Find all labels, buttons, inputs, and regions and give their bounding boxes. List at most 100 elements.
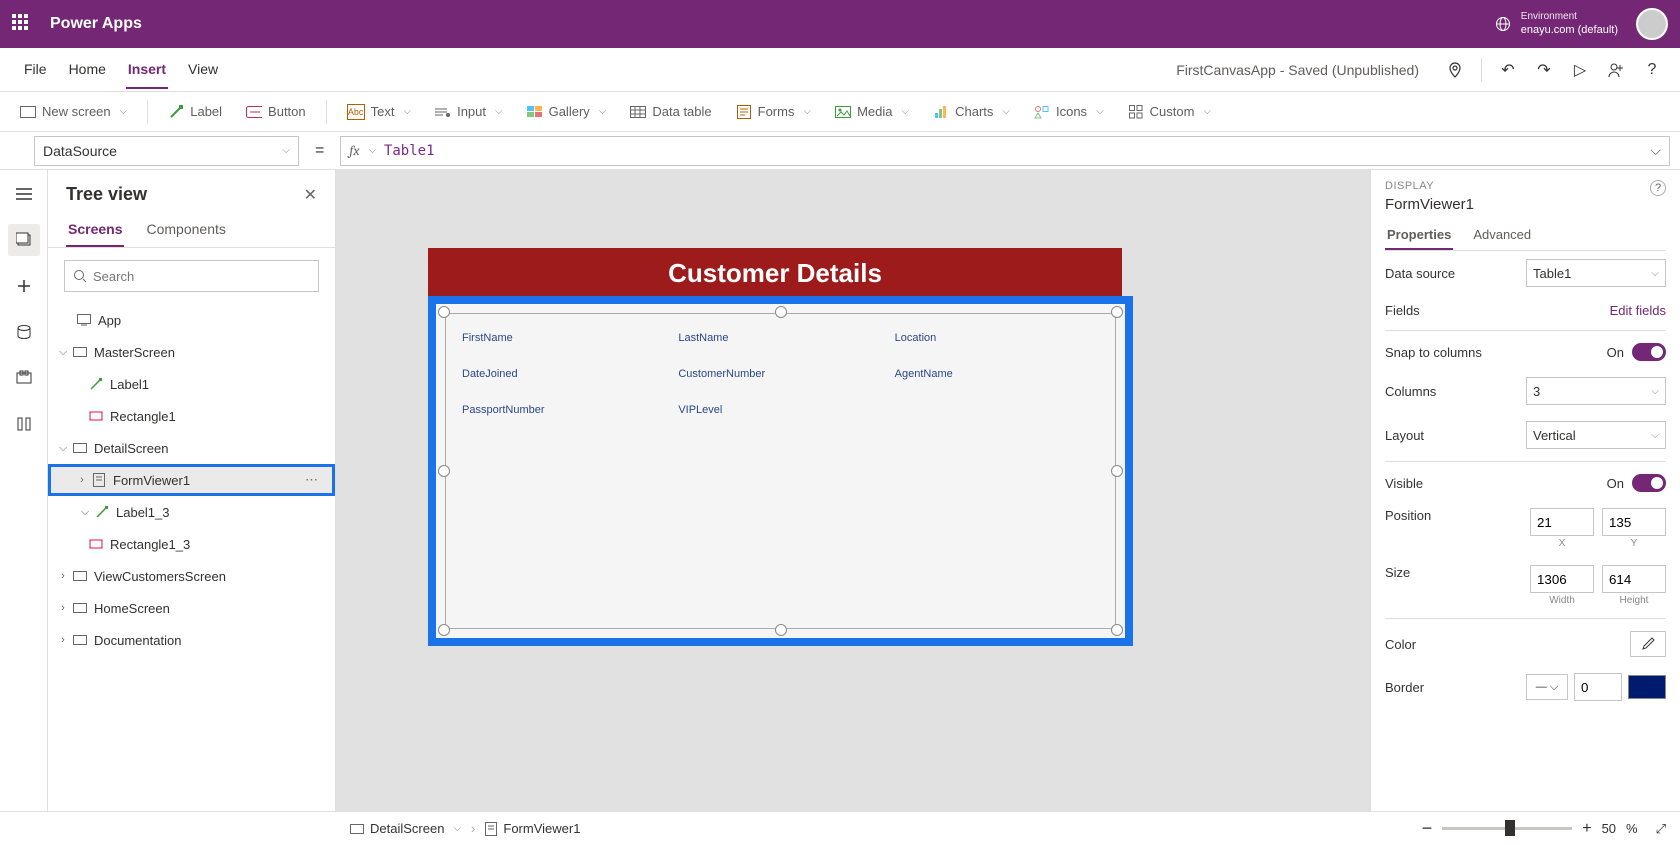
zoom-slider[interactable] xyxy=(1442,827,1572,830)
tree-node-label1-3[interactable]: ⌵Label1_3⋯ xyxy=(48,496,335,528)
expand-formula-icon[interactable]: ⌵ xyxy=(1650,142,1661,159)
play-button[interactable]: ▷ xyxy=(1564,54,1596,86)
tree-node-viewcustomers[interactable]: ›ViewCustomersScreen xyxy=(48,560,335,592)
form-field[interactable]: AgentName xyxy=(889,364,1105,400)
position-x-input[interactable] xyxy=(1530,508,1594,536)
rectangle-icon xyxy=(88,408,104,424)
tab-file[interactable]: File xyxy=(22,51,49,89)
formula-text: Table1 xyxy=(384,143,1650,159)
tree-node-rectangle1[interactable]: Rectangle1 xyxy=(48,400,335,432)
selection-handle[interactable] xyxy=(1111,465,1123,477)
datasource-dropdown[interactable]: Table1⌵ xyxy=(1526,259,1666,287)
breadcrumb-control[interactable]: FormViewer1 xyxy=(485,821,580,836)
hamburger-button[interactable] xyxy=(8,178,40,210)
button-button[interactable]: Button xyxy=(236,98,316,126)
position-y-input[interactable] xyxy=(1602,508,1666,536)
redo-button[interactable]: ↷ xyxy=(1528,54,1560,86)
data-rail-button[interactable] xyxy=(8,316,40,348)
tab-insert[interactable]: Insert xyxy=(126,51,168,89)
sublabel-width: Width xyxy=(1549,595,1575,606)
help-button[interactable]: ? xyxy=(1636,54,1668,86)
tree-node-app[interactable]: App xyxy=(48,304,335,336)
tree-node-detailscreen[interactable]: ⌵DetailScreen xyxy=(48,432,335,464)
form-field[interactable]: VIPLevel xyxy=(672,400,888,436)
environment-picker[interactable]: Environment enayu.com (default) xyxy=(1521,10,1618,37)
data-table-button[interactable]: Data table xyxy=(620,98,721,126)
form-field[interactable]: Location xyxy=(889,328,1105,364)
gallery-button[interactable]: Gallery⌵ xyxy=(517,98,617,126)
selection-handle[interactable] xyxy=(438,465,450,477)
tree-node-documentation[interactable]: ›Documentation xyxy=(48,624,335,656)
icons-button[interactable]: Icons⌵ xyxy=(1024,98,1114,126)
tree-node-masterscreen[interactable]: ⌵MasterScreen xyxy=(48,336,335,368)
share-button[interactable] xyxy=(1600,54,1632,86)
screen-canvas[interactable]: Customer Details FirstName LastName Loca… xyxy=(428,248,1122,648)
more-button[interactable]: ⋯ xyxy=(299,472,324,488)
zoom-out-button[interactable]: − xyxy=(1422,818,1433,839)
label-button[interactable]: Label xyxy=(158,98,232,126)
tab-properties[interactable]: Properties xyxy=(1385,221,1453,250)
text-button[interactable]: AbcText⌵ xyxy=(337,98,421,126)
selection-handle[interactable] xyxy=(438,306,450,318)
forms-button[interactable]: Forms⌵ xyxy=(726,98,821,126)
edit-fields-link[interactable]: Edit fields xyxy=(1610,303,1666,318)
app-checker-icon[interactable] xyxy=(1439,54,1471,86)
snap-toggle[interactable] xyxy=(1632,343,1666,361)
form-field[interactable]: LastName xyxy=(672,328,888,364)
fit-screen-button[interactable]: ⤢ xyxy=(1656,821,1666,837)
form-field[interactable]: PassportNumber xyxy=(456,400,672,436)
tab-home[interactable]: Home xyxy=(67,51,108,89)
media-rail-button[interactable] xyxy=(8,362,40,394)
tree-node-rectangle1-3[interactable]: Rectangle1_3 xyxy=(48,528,335,560)
border-color-chip[interactable] xyxy=(1628,675,1666,699)
size-height-input[interactable] xyxy=(1602,565,1666,593)
selection-handle[interactable] xyxy=(1111,624,1123,636)
tree-search-input[interactable] xyxy=(93,269,310,284)
tree-node-label1[interactable]: Label1 xyxy=(48,368,335,400)
visible-toggle[interactable] xyxy=(1632,474,1666,492)
tab-view[interactable]: View xyxy=(186,51,220,89)
form-viewer-control[interactable]: FirstName LastName Location DateJoined C… xyxy=(428,296,1133,646)
border-width-input[interactable] xyxy=(1574,673,1622,701)
tree-search[interactable] xyxy=(64,260,319,292)
canvas-area[interactable]: Customer Details FirstName LastName Loca… xyxy=(336,170,1370,811)
selection-handle[interactable] xyxy=(775,306,787,318)
media-icon xyxy=(835,104,851,120)
tab-advanced[interactable]: Advanced xyxy=(1471,221,1533,250)
new-screen-button[interactable]: New screen⌵ xyxy=(10,98,137,126)
insert-rail-button[interactable] xyxy=(8,270,40,302)
tree-view-button[interactable] xyxy=(8,224,40,256)
color-picker-button[interactable] xyxy=(1630,631,1666,657)
form-field[interactable]: FirstName xyxy=(456,328,672,364)
formula-input[interactable]: fx ⌵ Table1 ⌵ xyxy=(340,136,1670,166)
tree-node-homescreen[interactable]: ›HomeScreen xyxy=(48,592,335,624)
selection-handle[interactable] xyxy=(438,624,450,636)
selection-handle[interactable] xyxy=(1111,306,1123,318)
form-field[interactable]: DateJoined xyxy=(456,364,672,400)
panel-help-icon[interactable]: ? xyxy=(1650,180,1666,196)
property-dropdown[interactable]: DataSource ⌵ xyxy=(34,136,299,166)
custom-button[interactable]: Custom⌵ xyxy=(1118,98,1221,126)
columns-dropdown[interactable]: 3⌵ xyxy=(1526,377,1666,405)
input-button[interactable]: Input⌵ xyxy=(425,98,513,126)
tab-components[interactable]: Components xyxy=(144,213,227,247)
tab-screens[interactable]: Screens xyxy=(66,213,124,247)
close-panel-button[interactable]: ✕ xyxy=(304,185,317,205)
tree-label: DetailScreen xyxy=(94,441,168,456)
toggle-state-label: On xyxy=(1607,345,1624,360)
undo-button[interactable]: ↶ xyxy=(1492,54,1524,86)
zoom-in-button[interactable]: + xyxy=(1582,820,1591,838)
left-rail xyxy=(0,170,48,811)
selection-handle[interactable] xyxy=(775,624,787,636)
size-width-input[interactable] xyxy=(1530,565,1594,593)
tree-node-formviewer1[interactable]: ›FormViewer1⋯ xyxy=(48,464,335,496)
tools-rail-button[interactable] xyxy=(8,408,40,440)
waffle-icon[interactable] xyxy=(12,14,32,34)
breadcrumb-screen[interactable]: DetailScreen ⌵ xyxy=(350,821,461,836)
form-field[interactable]: CustomerNumber xyxy=(672,364,888,400)
layout-dropdown[interactable]: Vertical⌵ xyxy=(1526,421,1666,449)
charts-button[interactable]: Charts⌵ xyxy=(923,98,1020,126)
user-avatar[interactable] xyxy=(1636,8,1668,40)
border-style-dropdown[interactable]: — ⌵ xyxy=(1526,674,1568,700)
media-button[interactable]: Media⌵ xyxy=(825,98,919,126)
